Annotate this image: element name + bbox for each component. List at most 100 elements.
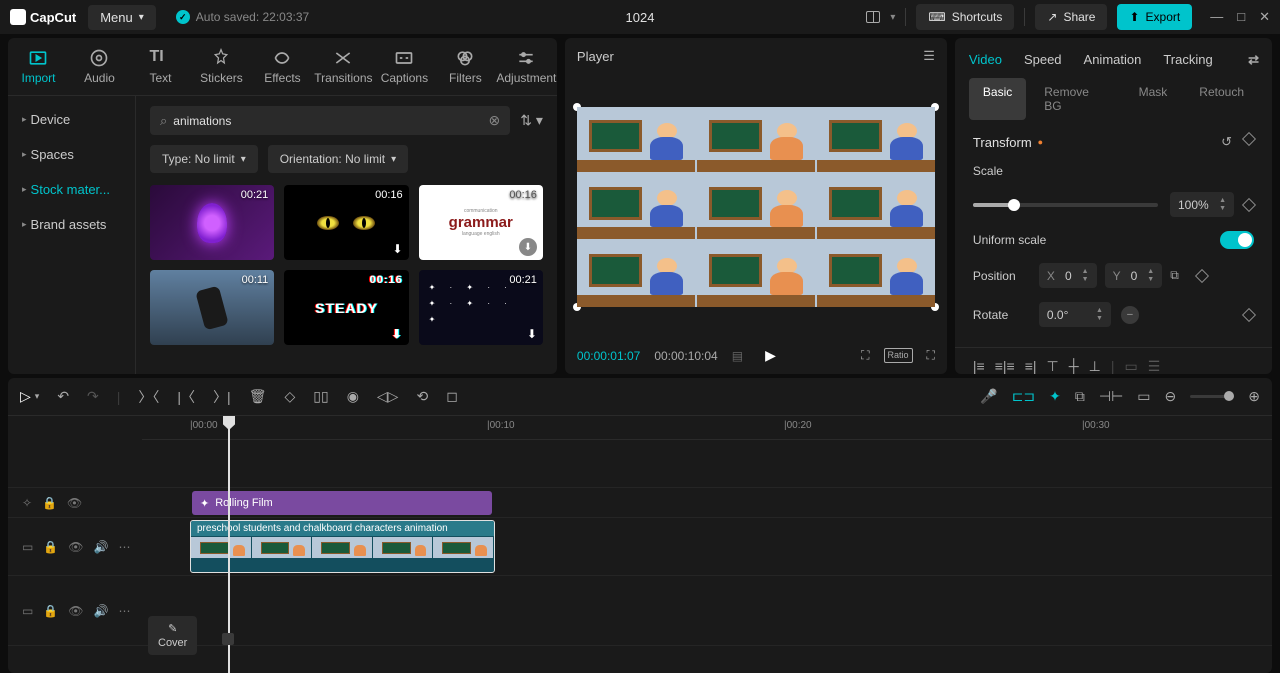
effect-clip[interactable]: ✦Rolling Film <box>192 491 492 515</box>
tab-filters[interactable]: Filters <box>435 38 496 95</box>
subtab-removebg[interactable]: Remove BG <box>1030 78 1120 120</box>
track-mute-icon[interactable]: 🔊 <box>94 604 109 618</box>
zoom-slider[interactable] <box>1190 395 1234 398</box>
crop-icon[interactable]: ◻ <box>446 388 458 405</box>
stock-card[interactable]: 00:21⬇ <box>419 270 543 345</box>
sidebar-item-brand[interactable]: ▸Brand assets <box>8 207 135 242</box>
track-type-icon[interactable]: ▭ <box>22 540 33 554</box>
subtab-mask[interactable]: Mask <box>1125 78 1182 120</box>
delete-icon[interactable]: 🗑 <box>249 388 267 405</box>
player-canvas[interactable] <box>577 107 935 307</box>
rotate-cw-icon[interactable]: ⟲ <box>416 388 428 405</box>
inspector-tab-speed[interactable]: Speed <box>1024 52 1062 68</box>
shortcuts-button[interactable]: ⌨ Shortcuts <box>916 4 1014 30</box>
split-icon[interactable]: 〉〈 <box>138 387 159 407</box>
snap-icon[interactable]: ✦ <box>1049 388 1061 405</box>
align-left-icon[interactable]: |≡ <box>973 358 985 374</box>
sidebar-item-spaces[interactable]: ▸Spaces <box>8 137 135 172</box>
reset-icon[interactable]: ↺ <box>1221 134 1232 150</box>
track-more-icon[interactable]: ⋯ <box>118 540 130 554</box>
cover-button[interactable]: ✎Cover <box>148 616 197 655</box>
align-right-icon[interactable]: ≡| <box>1025 358 1037 374</box>
link-xy-icon[interactable]: ⧉ <box>1170 268 1179 283</box>
duplicate-icon[interactable]: ▯▯ <box>313 388 328 405</box>
tab-adjustment[interactable]: Adjustment <box>496 38 557 95</box>
track-fx-icon[interactable]: ✧ <box>22 496 32 510</box>
stock-card[interactable]: STEADY00:16⬇ <box>284 270 408 345</box>
track-lock-icon[interactable]: 🔒 <box>43 540 58 554</box>
mic-icon[interactable]: 🎤 <box>980 388 997 405</box>
inspector-tab-video[interactable]: Video <box>969 52 1002 68</box>
tab-audio[interactable]: Audio <box>69 38 130 95</box>
download-icon[interactable]: ⬇ <box>393 242 403 256</box>
scan-icon[interactable]: ⛶ <box>861 348 869 363</box>
tab-captions[interactable]: Captions <box>374 38 435 95</box>
track-type-icon[interactable]: ▭ <box>22 604 33 618</box>
distribute-icon[interactable]: ▭ <box>1125 358 1138 374</box>
sidebar-item-stock[interactable]: ▸Stock mater... <box>8 172 135 207</box>
orientation-filter[interactable]: Orientation: No limit▾ <box>268 145 408 173</box>
maximize-icon[interactable]: □ <box>1237 9 1245 25</box>
sort-icon[interactable]: ⇅ ▾ <box>520 112 543 129</box>
layout-icon[interactable] <box>866 11 880 23</box>
select-tool-icon[interactable]: ▷ <box>20 388 31 405</box>
tab-effects[interactable]: Effects <box>252 38 313 95</box>
subtab-basic[interactable]: Basic <box>969 78 1026 120</box>
video-clip[interactable]: preschool students and chalkboard charac… <box>190 520 495 573</box>
clear-search-icon[interactable]: ⊗ <box>489 112 501 129</box>
tab-import[interactable]: Import <box>8 38 69 95</box>
download-icon[interactable]: ⬇ <box>519 238 537 256</box>
track-eye-icon[interactable]: 👁 <box>67 496 82 510</box>
inspector-tab-tracking[interactable]: Tracking <box>1163 52 1212 68</box>
keyframe-icon[interactable] <box>1242 197 1256 211</box>
stock-card[interactable]: communicationgrammarlanguage english00:1… <box>419 185 543 260</box>
subtab-retouch[interactable]: Retouch <box>1185 78 1258 120</box>
sidebar-item-device[interactable]: ▸Device <box>8 102 135 137</box>
position-y-input[interactable]: Y0▲▼ <box>1105 263 1163 288</box>
track-eye-icon[interactable]: 👁 <box>68 540 83 554</box>
preview-icon[interactable]: ▭ <box>1137 388 1150 405</box>
speed-icon[interactable]: ◉ <box>347 388 359 405</box>
minimize-icon[interactable]: — <box>1210 9 1223 25</box>
player-menu-icon[interactable]: ☰ <box>923 48 935 64</box>
export-button[interactable]: ⬆ Export <box>1117 4 1192 30</box>
undo-icon[interactable]: ↶ <box>57 388 69 405</box>
stock-card[interactable]: 00:16⬇ <box>284 185 408 260</box>
track-lock-icon[interactable]: 🔒 <box>43 604 58 618</box>
mirror-icon[interactable]: ◁▷ <box>377 388 399 405</box>
tab-transitions[interactable]: Transitions <box>313 38 374 95</box>
keyframe-icon[interactable] <box>1242 132 1256 146</box>
keyframe-icon[interactable] <box>1242 307 1256 321</box>
track-mute-icon[interactable]: 🔊 <box>94 540 109 554</box>
track-more-icon[interactable]: ⋯ <box>118 604 130 618</box>
distribute-icon[interactable]: ☰ <box>1148 358 1161 374</box>
share-button[interactable]: ↗ Share <box>1035 4 1107 30</box>
position-x-input[interactable]: X0▲▼ <box>1039 263 1097 288</box>
timeline-ruler[interactable]: |00:00 |00:10 |00:20 |00:30 <box>142 416 1272 440</box>
trim-right-icon[interactable]: 〉| <box>213 387 231 407</box>
play-button[interactable]: ▶ <box>765 347 776 364</box>
tab-stickers[interactable]: Stickers <box>191 38 252 95</box>
trim-left-icon[interactable]: |〈 <box>177 387 195 407</box>
scale-input[interactable]: 100%▲▼ <box>1170 192 1234 217</box>
download-icon[interactable]: ⬇ <box>392 327 403 341</box>
keyframe-icon[interactable] <box>1195 268 1209 282</box>
scale-slider[interactable] <box>973 203 1158 207</box>
tab-text[interactable]: TIText <box>130 38 191 95</box>
type-filter[interactable]: Type: No limit▾ <box>150 145 258 173</box>
search-input[interactable]: ⌕ ⊗ <box>150 106 510 135</box>
track-eye-icon[interactable]: 👁 <box>68 604 83 618</box>
align-middle-icon[interactable]: ┼ <box>1069 358 1079 374</box>
view-mode-icon[interactable]: ▤ <box>732 349 743 363</box>
divide-icon[interactable]: ⊣⊢ <box>1099 388 1123 405</box>
download-icon[interactable]: ⬇ <box>527 327 537 341</box>
close-icon[interactable]: ✕ <box>1259 9 1270 25</box>
track-lock-icon[interactable]: 🔒 <box>42 496 57 510</box>
redo-icon[interactable]: ↷ <box>87 388 99 405</box>
rotate-dial-icon[interactable]: – <box>1121 306 1139 324</box>
track-marker-icon[interactable] <box>222 633 234 645</box>
more-tabs-icon[interactable]: ⇄ <box>1248 52 1258 68</box>
link-icon[interactable]: ⧉ <box>1075 388 1085 405</box>
magnet-icon[interactable]: ⊏⊐ <box>1012 388 1035 405</box>
zoom-in-icon[interactable]: ⊕ <box>1248 388 1260 405</box>
